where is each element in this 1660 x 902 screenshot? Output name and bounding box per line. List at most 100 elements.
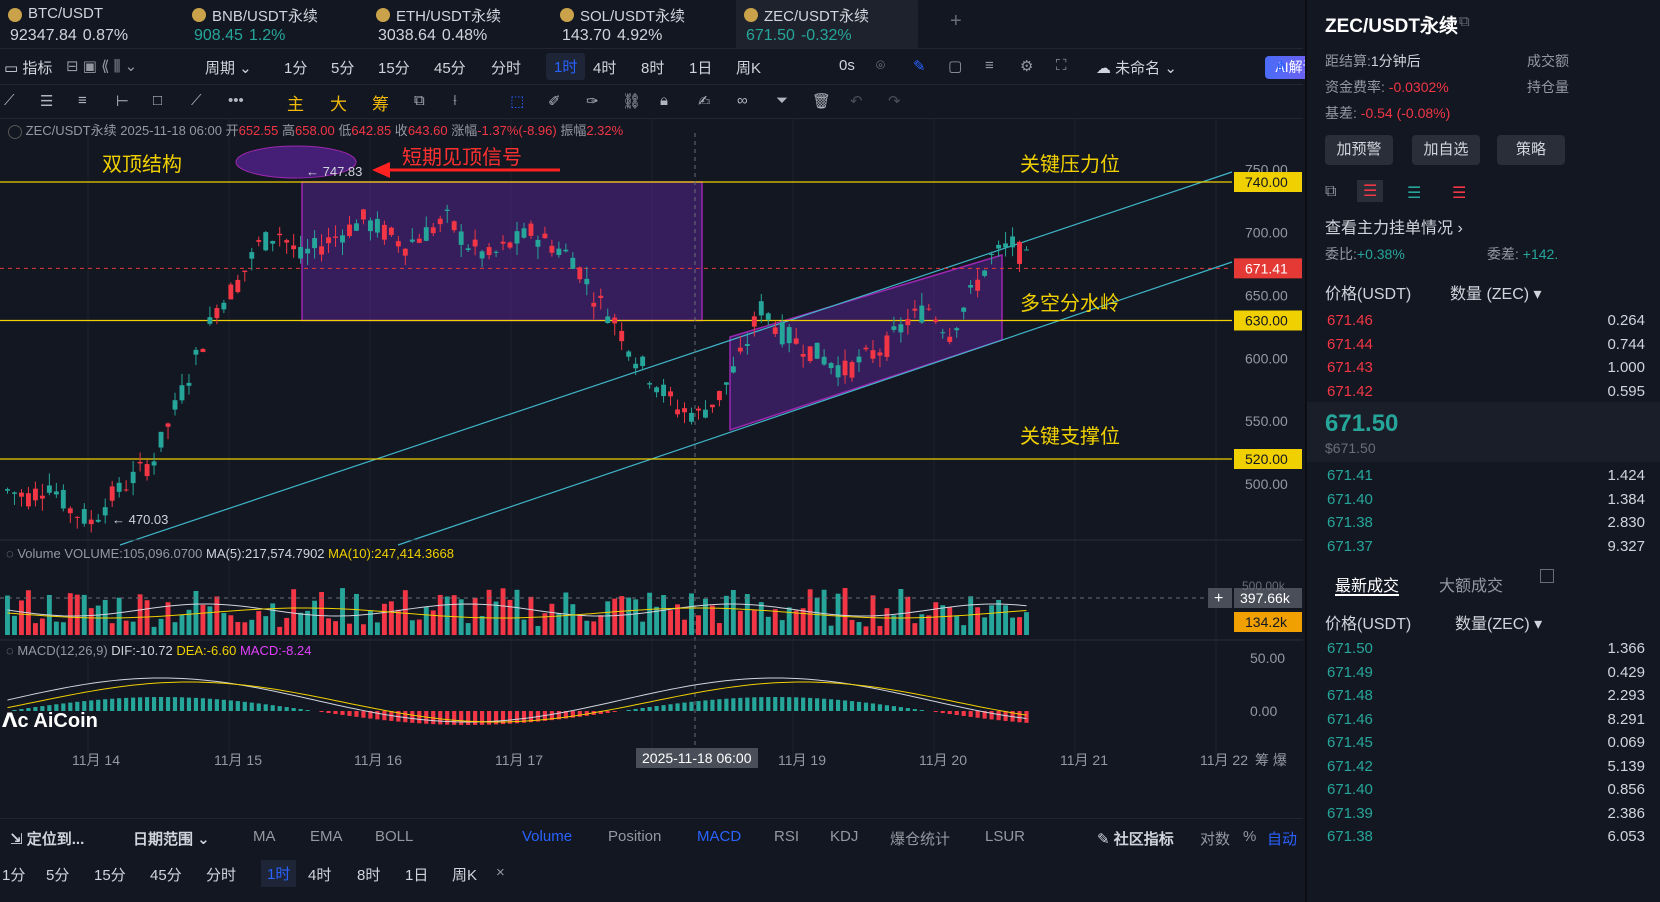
indicator-爆仓统计[interactable]: 爆仓统计 xyxy=(890,828,950,849)
ask-row[interactable]: 671.42 0.595 xyxy=(1327,383,1660,407)
trash-icon[interactable]: 🗑︎ xyxy=(812,92,831,110)
interval-7[interactable]: 8时 xyxy=(641,57,664,78)
indicator-volume[interactable]: Volume xyxy=(522,828,572,845)
add-watchlist-button[interactable]: 加自选 xyxy=(1412,135,1480,165)
comment-icon[interactable]: ▢ xyxy=(948,57,962,75)
ask-row[interactable]: 671.43 1.000 xyxy=(1327,359,1660,383)
interval-8[interactable]: 1日 xyxy=(689,57,712,78)
pencil-icon[interactable]: ✎ xyxy=(913,57,926,75)
add-alert-button[interactable]: 加预警 xyxy=(1325,135,1393,165)
tab-latest-trades[interactable]: 最新成交 xyxy=(1335,572,1399,596)
indicator-boll[interactable]: BOLL xyxy=(375,828,413,845)
ticker-tab[interactable]: ZEC/USDT永续 671.50 -0.32% xyxy=(736,0,918,48)
interval-0[interactable]: 1分 xyxy=(284,57,307,78)
close-icon[interactable]: × xyxy=(496,864,505,881)
camera-icon[interactable]: ⌾ xyxy=(876,57,885,74)
fullscreen-icon[interactable]: ⛶ xyxy=(1056,57,1067,74)
bottom-interval-1[interactable]: 5分 xyxy=(46,864,69,885)
interval-5[interactable]: 1时 xyxy=(546,53,586,80)
interval-1[interactable]: 5分 xyxy=(331,57,354,78)
interval-3[interactable]: 45分 xyxy=(434,57,466,78)
interval-4[interactable]: 分时 xyxy=(491,57,521,78)
ruler-icon[interactable]: ✐ xyxy=(548,92,561,110)
bottom-interval-7[interactable]: 8时 xyxy=(357,864,380,885)
orderbook-bids-icon[interactable]: ☰ xyxy=(1407,183,1421,203)
orderbook-both-icon[interactable]: ☰ xyxy=(1357,180,1384,202)
tool-icon[interactable]: ⟊ xyxy=(453,92,457,109)
ask-row[interactable]: 671.46 0.264 xyxy=(1327,312,1660,336)
big-button[interactable]: 大 xyxy=(330,90,347,115)
add-tab-icon[interactable]: + xyxy=(950,10,962,33)
indicator-ema[interactable]: EMA xyxy=(310,828,343,845)
main-button[interactable]: 主 xyxy=(287,90,304,115)
orderbook-asks-icon[interactable]: ☰ xyxy=(1452,183,1466,203)
auto-toggle[interactable]: 自动 xyxy=(1267,828,1297,849)
edit-icon[interactable]: ✍ xyxy=(698,92,711,110)
indicator-ma[interactable]: MA xyxy=(253,828,276,845)
bottom-interval-6[interactable]: 4时 xyxy=(308,864,331,885)
period-dropdown[interactable]: 周期 ⌄ xyxy=(205,57,252,78)
bid-row[interactable]: 671.38 2.830 xyxy=(1327,514,1660,538)
hlines-icon[interactable]: ☰ xyxy=(40,92,53,110)
bottom-interval-0[interactable]: 1分 xyxy=(2,864,25,885)
indicator-lsur[interactable]: LSUR xyxy=(985,828,1025,845)
bid-row[interactable]: 671.40 1.384 xyxy=(1327,491,1660,515)
locate-button[interactable]: ⇲ 定位到... xyxy=(10,828,84,849)
ticker-tab[interactable]: SOL/USDT永续 143.70 4.92% xyxy=(552,0,727,48)
indicator-position[interactable]: Position xyxy=(608,828,661,845)
bottom-interval-4[interactable]: 分时 xyxy=(206,864,236,885)
indicator-macd[interactable]: MACD xyxy=(697,828,741,845)
tr-header-qty[interactable]: 数量(ZEC) ▾ xyxy=(1455,610,1542,634)
list-icon[interactable]: ≡ xyxy=(985,57,994,74)
tool-icon[interactable]: ⧉ xyxy=(414,92,425,109)
layout-dropdown[interactable]: ☁ 未命名 ⌄ xyxy=(1096,57,1177,78)
log-toggle[interactable]: 对数 xyxy=(1200,828,1230,849)
tab-large-trades[interactable]: 大额成交 xyxy=(1439,572,1503,596)
lock-icon[interactable]: 🔒︎ xyxy=(660,92,668,109)
redo-icon[interactable]: ↷ xyxy=(888,92,901,110)
indicator-rsi[interactable]: RSI xyxy=(774,828,799,845)
ob-header-qty[interactable]: 数量 (ZEC) ▾ xyxy=(1450,280,1542,304)
line-tool-icon[interactable]: ⟋ xyxy=(4,92,15,109)
date-range-button[interactable]: 日期范围 ⌄ xyxy=(133,828,210,849)
bottom-interval-3[interactable]: 45分 xyxy=(150,864,182,885)
strategy-button[interactable]: 策略 xyxy=(1497,135,1565,165)
magnet-icon[interactable]: ⛓ xyxy=(622,92,641,110)
share-icon[interactable]: ⋔ xyxy=(1275,57,1288,75)
toolbar-icons[interactable]: ⊟ ▣ ⟪ ⫼ ⌄ xyxy=(66,57,137,75)
bottom-interval-8[interactable]: 1日 xyxy=(405,864,428,885)
community-indicators[interactable]: ✎ 社区指标 xyxy=(1097,828,1174,849)
ticker-tab[interactable]: BTC/USDT 92347.84 0.87% xyxy=(0,0,175,48)
copy-icon[interactable]: ⧉ xyxy=(1459,13,1470,30)
settings-icon[interactable]: ⚙ xyxy=(1020,57,1033,75)
bottom-interval-5[interactable]: 1时 xyxy=(261,860,297,887)
depth-link[interactable]: 查看主力挂单情况 › xyxy=(1325,214,1463,238)
bottom-interval-2[interactable]: 15分 xyxy=(94,864,126,885)
interval-6[interactable]: 4时 xyxy=(593,57,616,78)
undo-icon[interactable]: ↶ xyxy=(850,92,863,110)
ticker-tab[interactable]: BNB/USDT永续 908.45 1.2% xyxy=(184,0,359,48)
chart-area[interactable]: 750.00 700.00 650.00 600.00 550.00 500.00 740.… xyxy=(0,118,1303,818)
hline-icon[interactable]: ⊢ xyxy=(116,92,129,110)
more-tools-icon[interactable]: ••• xyxy=(228,92,244,109)
indicator-kdj[interactable]: KDJ xyxy=(830,828,858,845)
bottom-interval-9[interactable]: 周K xyxy=(452,864,477,885)
parallel-icon[interactable]: ≡ xyxy=(78,92,87,109)
percent-toggle[interactable]: % xyxy=(1243,828,1256,845)
bid-row[interactable]: 671.41 1.424 xyxy=(1327,467,1660,491)
ask-row[interactable]: 671.44 0.744 xyxy=(1327,336,1660,360)
ray-icon[interactable]: ⟋ xyxy=(191,92,202,109)
cursor-icon[interactable]: ⬚ xyxy=(510,92,524,110)
ticker-tab[interactable]: ETH/USDT永续 3038.64 0.48% xyxy=(368,0,543,48)
rect-icon[interactable]: □ xyxy=(153,92,162,109)
indicator-button[interactable]: ▭ 指标 xyxy=(4,57,52,78)
bid-row[interactable]: 671.37 9.327 xyxy=(1327,538,1660,562)
interval-2[interactable]: 15分 xyxy=(378,57,410,78)
orderbook-view-icon[interactable]: ⧉ xyxy=(1325,183,1336,201)
filter-icon[interactable]: ⏷ xyxy=(776,92,788,109)
chips-button[interactable]: 筹 xyxy=(372,90,389,115)
price-chart[interactable]: 750.00700.00650.00600.00550.00500.00740.… xyxy=(0,118,1303,818)
link-icon[interactable]: ∞ xyxy=(737,92,748,109)
brush-icon[interactable]: ✑ xyxy=(586,92,599,110)
filter-checkbox[interactable] xyxy=(1540,569,1554,583)
